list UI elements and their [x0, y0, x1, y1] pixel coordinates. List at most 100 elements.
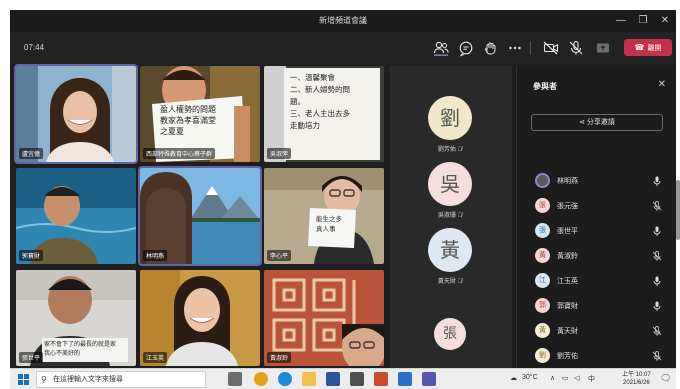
video-grid: 盧宜億 盈人權勢的問題 教家為孝喜滿堂 之夏夏 西部特殊教育中心蔡子群 一、溫馨…	[14, 64, 386, 368]
video-tile[interactable]: 林明燕	[138, 166, 262, 266]
tray-chevron-icon[interactable]: ∧	[550, 374, 555, 382]
note-line: 之夏夏	[160, 127, 184, 136]
app-icon[interactable]	[398, 372, 412, 386]
participant-name: 張元強	[557, 203, 578, 210]
participant-avatar: 黃	[535, 323, 550, 338]
network-icon[interactable]: ▭	[562, 374, 569, 382]
avatar[interactable]: 張	[434, 318, 466, 350]
video-tile[interactable]: 盈人權勢的問題 教家為孝喜滿堂 之夏夏 西部特殊教育中心蔡子群	[140, 66, 260, 162]
participant-name: 黃淑鈴	[557, 253, 578, 260]
note-line: 家不會下了的最長的就是家	[44, 341, 117, 348]
raise-hand-icon[interactable]	[481, 39, 499, 57]
note-line: 真人事	[316, 225, 336, 233]
hang-up-icon: ☎	[634, 43, 645, 52]
windows-taskbar: ⚲ 在這裡輸入文字來搜尋 ☁ 30°C ∧ ▭ ◁ 中 上午 10:07 202…	[10, 368, 676, 389]
meeting-toolbar: 07:44 ☎ 離開	[10, 32, 676, 64]
ime-indicator[interactable]: 中	[588, 374, 595, 384]
volume-icon[interactable]: ◁	[574, 374, 579, 382]
mic-off-icon[interactable]	[651, 249, 663, 261]
share-invite-button[interactable]: ⋖ 分享邀請	[531, 114, 663, 131]
participant-name: 江玉英	[557, 278, 578, 285]
more-icon[interactable]	[506, 39, 524, 57]
participant-name: 黃天財	[557, 328, 578, 335]
avatar-name-text: 黃天財	[437, 279, 456, 285]
chrome-icon[interactable]	[254, 372, 268, 386]
note-line: 一、溫馨聚會	[290, 73, 335, 82]
mic-on-icon[interactable]	[651, 174, 663, 186]
participant-row[interactable]: 黃黃天財	[531, 322, 671, 340]
participant-row[interactable]: 劉劉芳佑	[531, 347, 671, 365]
title-bar: 新增頻道會議 — ❐ ✕	[10, 10, 676, 32]
avatar-name-text: 吳淑珊	[437, 213, 456, 219]
panel-scrollbar[interactable]	[676, 180, 680, 240]
tile-label: 郭寶財	[19, 250, 44, 261]
teams-icon[interactable]	[422, 372, 436, 386]
video-tile[interactable]: 黃淑鈴	[264, 270, 384, 366]
video-tile[interactable]: 能生之多 真人事 李心平	[264, 168, 384, 264]
avatar-name: 劉芳佑 🎙̸	[410, 144, 490, 153]
avatar-name-text: 劉芳佑	[437, 147, 456, 153]
mic-off-icon: 🎙̸	[457, 147, 463, 153]
clock-date: 2021/6/26	[623, 380, 650, 386]
participant-avatar: 張	[535, 223, 550, 238]
video-tile[interactable]: 家不會下了的最長的就是家 我心不美好的 張世平	[16, 270, 136, 366]
leave-button[interactable]: ☎ 離開	[624, 39, 672, 56]
tile-label: 林明燕	[143, 250, 168, 261]
participants-panel: 參與者 ✕ ⋖ 分享邀請 林明燕張張元強張張世平黃黃淑鈴江江玉英郭郭寶財黃黃天財…	[516, 66, 676, 368]
edge-icon[interactable]	[278, 372, 292, 386]
windows-start-icon[interactable]	[18, 374, 29, 385]
mic-on-icon[interactable]	[651, 274, 663, 286]
video-tile[interactable]: 郭寶財	[16, 168, 136, 264]
avatar-name: 吳淑珊 🎙̸	[410, 210, 490, 219]
mic-off-icon[interactable]	[651, 324, 663, 336]
video-tile[interactable]: 盧宜億	[14, 64, 138, 164]
participant-avatar: 劉	[535, 348, 550, 363]
handwritten-card: 能生之多 真人事	[316, 214, 356, 234]
taskbar-clock[interactable]: 上午 10:07 2021/6/26	[622, 371, 651, 387]
mic-off-icon[interactable]	[651, 199, 663, 211]
participant-row[interactable]: 郭郭寶財	[531, 297, 671, 315]
avatar[interactable]: 吳	[428, 162, 472, 206]
camera-off-icon[interactable]	[542, 39, 560, 57]
tile-label: 張世平	[19, 352, 44, 363]
clock-time: 10:07	[635, 372, 651, 378]
minimize-button[interactable]: —	[610, 13, 632, 29]
avatar[interactable]: 劉	[428, 96, 472, 140]
notification-icon[interactable]: 🗨	[660, 373, 671, 384]
participant-row[interactable]: 林明燕	[531, 172, 671, 190]
word-icon[interactable]	[326, 372, 340, 386]
note-line: 走動培力	[290, 121, 320, 130]
mic-off-icon[interactable]	[651, 349, 663, 361]
tile-label: 盧宜億	[19, 148, 44, 159]
leave-label: 離開	[647, 45, 662, 52]
file-explorer-icon[interactable]	[302, 372, 316, 386]
tile-label: 西部特殊教育中心蔡子群	[143, 148, 216, 159]
mic-off-icon[interactable]	[567, 39, 585, 57]
participant-row[interactable]: 江江玉英	[531, 272, 671, 290]
participant-avatar	[535, 173, 550, 188]
video-tile[interactable]: 江玉英	[140, 270, 260, 366]
participant-avatar: 郭	[535, 298, 550, 313]
participant-row[interactable]: 張張元強	[531, 197, 671, 215]
participant-row[interactable]: 張張世平	[531, 222, 671, 240]
taskbar-search-input[interactable]: ⚲ 在這裡輸入文字來搜尋	[36, 371, 206, 388]
mic-on-icon[interactable]	[651, 299, 663, 311]
share-tray-icon[interactable]	[594, 39, 612, 57]
people-icon[interactable]	[432, 39, 450, 57]
avatar-name: 黃天財 🎙̸	[410, 276, 490, 285]
powerpoint-icon[interactable]	[374, 372, 388, 386]
participant-avatar: 江	[535, 273, 550, 288]
maximize-button[interactable]: ❐	[632, 13, 654, 29]
close-panel-button[interactable]: ✕	[658, 79, 666, 90]
mic-on-icon[interactable]	[651, 224, 663, 236]
store-icon[interactable]	[350, 372, 364, 386]
close-window-button[interactable]: ✕	[654, 13, 676, 29]
chat-icon[interactable]	[457, 39, 475, 57]
video-tile[interactable]: 一、溫馨聚會 二、新人婦勢的問 題。 三、老人主出去多 走動培力 吳淑萍	[264, 66, 384, 162]
mic-off-icon: 🎙̸	[457, 213, 463, 219]
task-view-icon[interactable]	[228, 372, 242, 386]
panel-title: 參與者	[533, 82, 557, 91]
weather-icon[interactable]: ☁	[510, 374, 517, 382]
avatar[interactable]: 黃	[428, 228, 472, 272]
participant-row[interactable]: 黃黃淑鈴	[531, 247, 671, 265]
